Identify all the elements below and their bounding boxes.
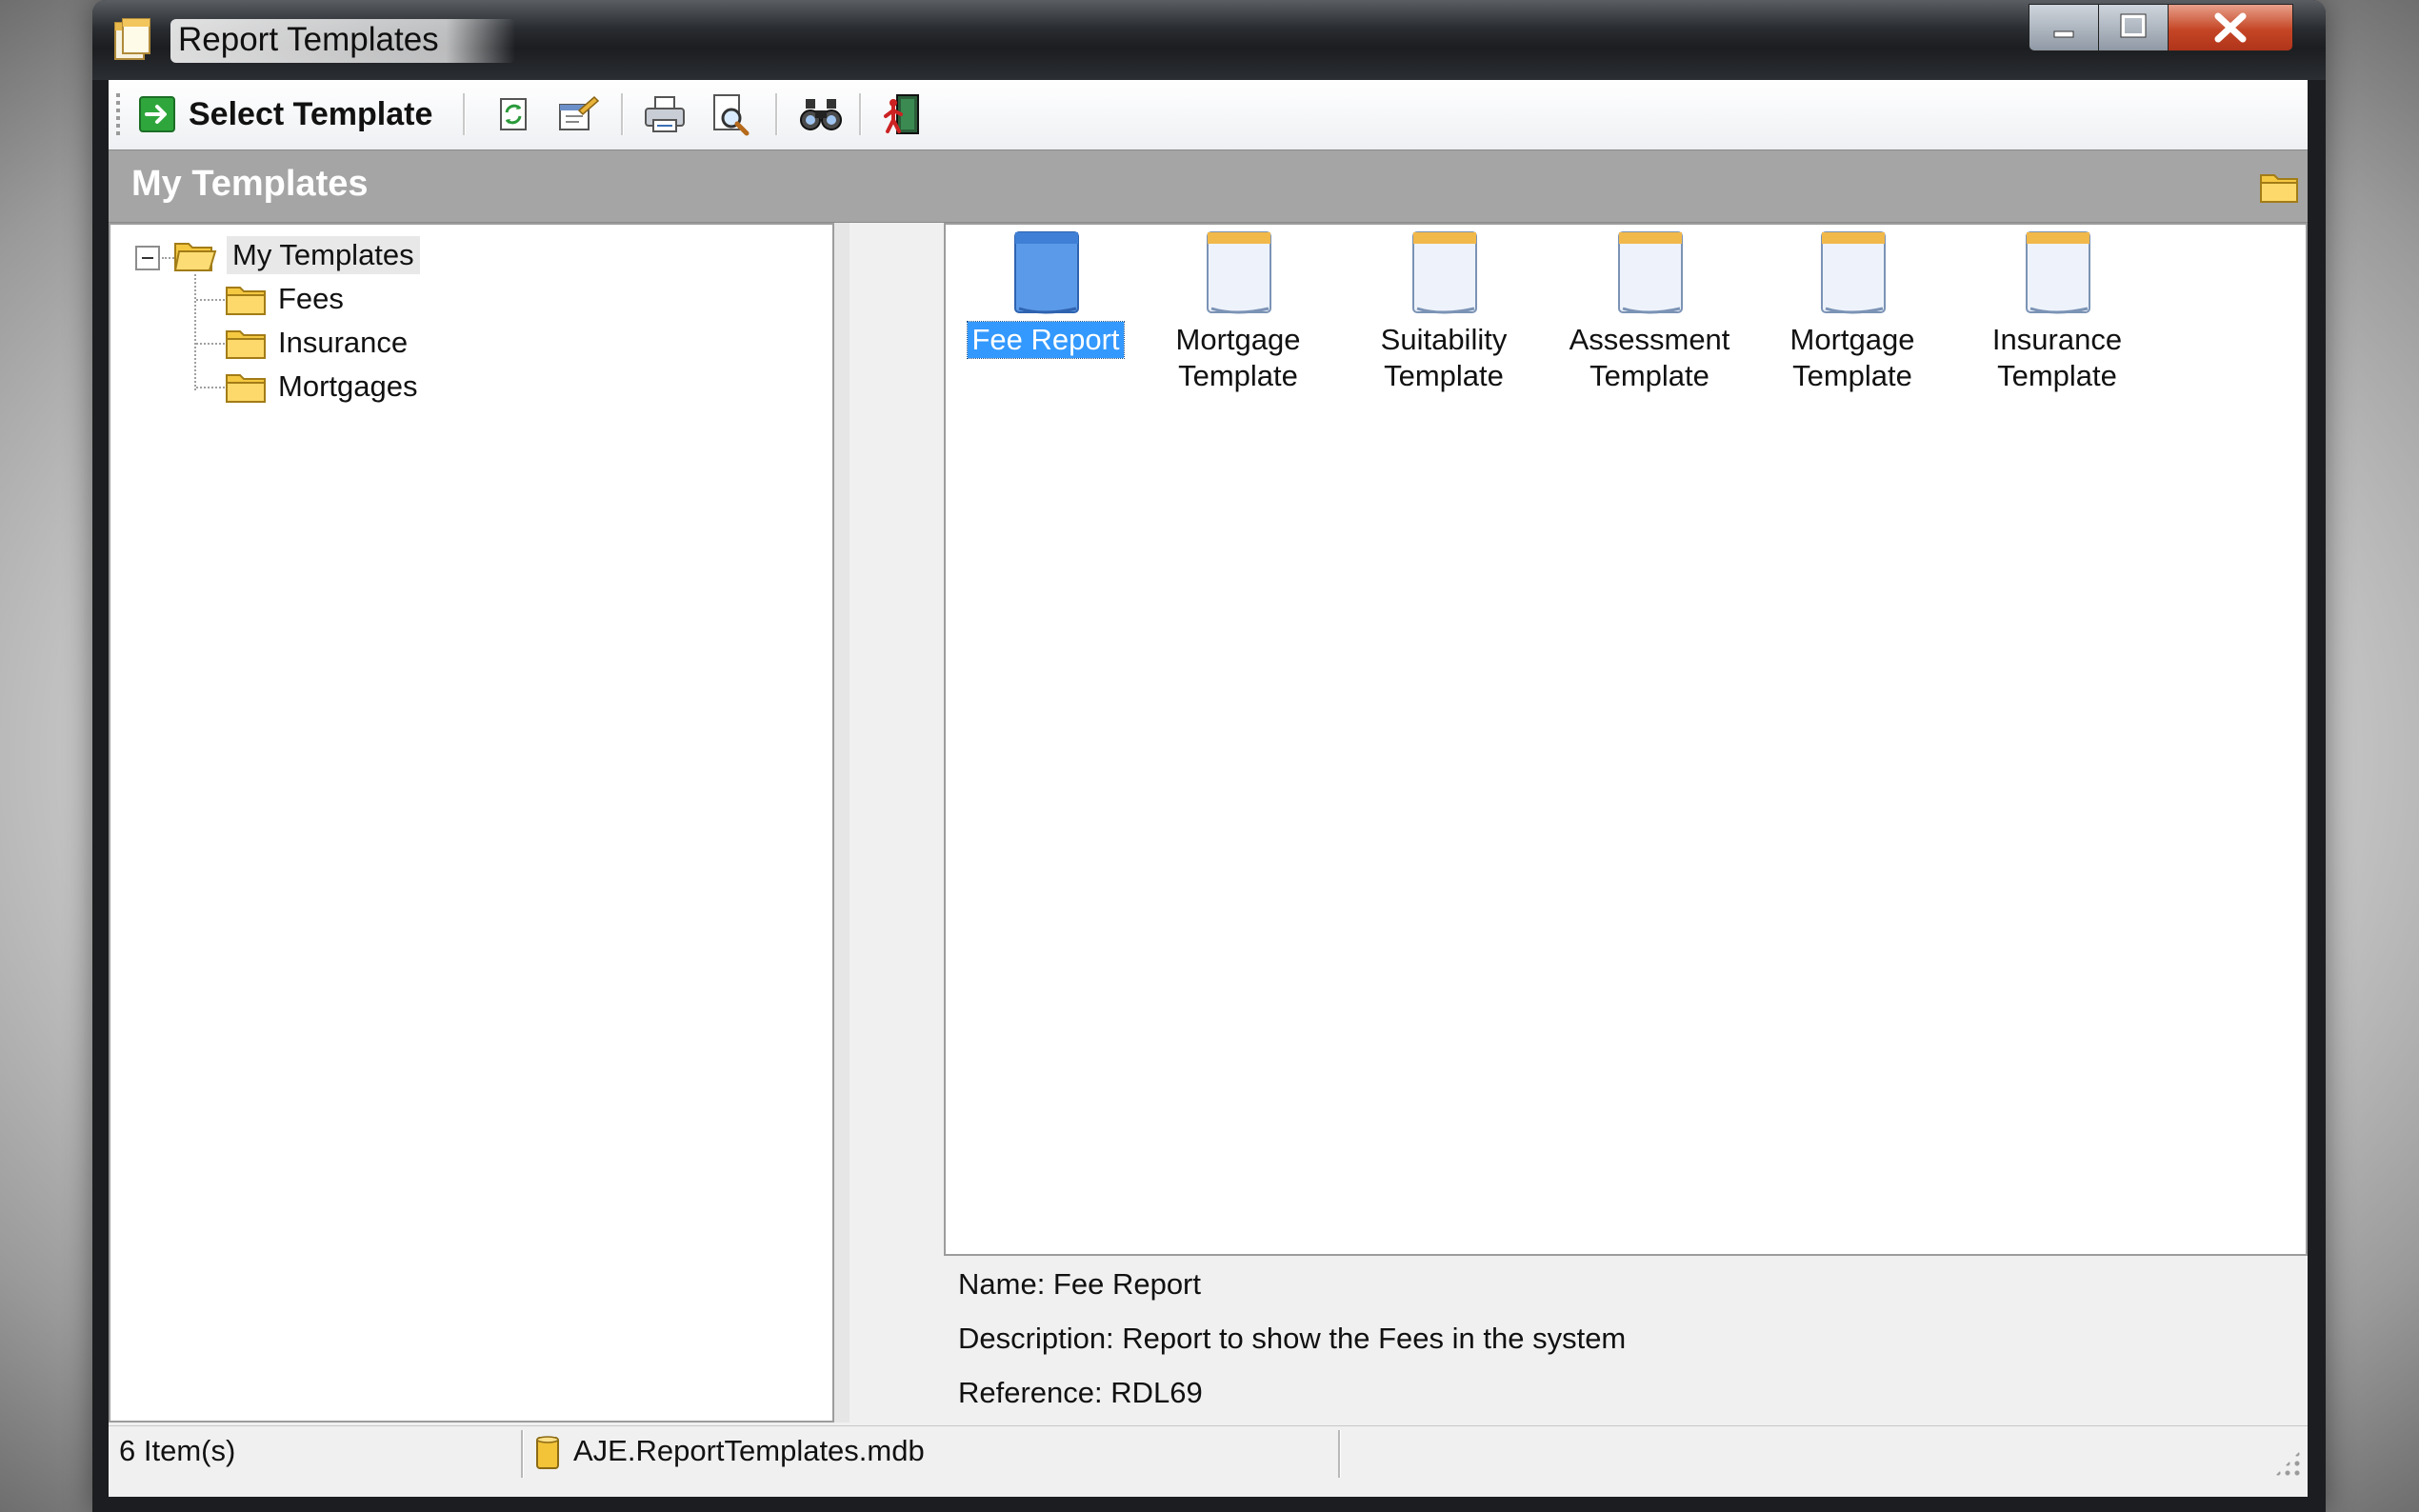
select-template-label: Select Template	[189, 95, 433, 132]
template-icon	[1412, 231, 1477, 314]
template-item-label: Suitability	[1380, 323, 1508, 356]
toolbar: Select Template	[109, 80, 2308, 150]
template-item-mortgage-2[interactable]: Mortgage Template	[1762, 227, 1943, 394]
tree-node-fees[interactable]: Fees	[225, 280, 344, 318]
toolbar-grip[interactable]	[116, 93, 120, 135]
template-item-suitability[interactable]: Suitability Template	[1353, 227, 1534, 394]
status-bar: 6 Item(s) AJE.ReportTemplates.mdb	[109, 1425, 2308, 1483]
resize-grip[interactable]	[2273, 1449, 2302, 1478]
folder-icon	[226, 330, 266, 359]
toolbar-separator	[859, 93, 862, 135]
tree-node-label: Insurance	[278, 326, 409, 359]
minimize-button[interactable]	[2029, 4, 2099, 51]
close-icon	[2214, 12, 2247, 43]
database-icon	[536, 1436, 559, 1469]
print-preview-icon	[713, 94, 750, 136]
detail-reference: Reference: RDL69	[958, 1376, 1203, 1409]
select-template-button[interactable]: Select Template	[139, 91, 432, 137]
template-item-insurance[interactable]: Insurance Template	[1967, 227, 2148, 394]
template-item-sublabel: Template	[1792, 359, 1912, 392]
print-button[interactable]	[642, 91, 688, 137]
tree-line	[194, 274, 196, 390]
template-item-label: Mortgage	[1789, 323, 1915, 356]
splitter[interactable]	[834, 223, 850, 1422]
tree-root-label: My Templates	[227, 236, 420, 274]
properties-button[interactable]	[554, 91, 600, 137]
tree-node-my-templates[interactable]: My Templates	[173, 236, 420, 274]
template-icon	[1207, 231, 1271, 314]
tree-line	[196, 343, 225, 345]
find-icon	[800, 99, 842, 130]
tree-node-mortgages[interactable]: Mortgages	[225, 368, 417, 406]
tree-node-insurance[interactable]: Insurance	[225, 324, 408, 362]
client-area: Select Template My Templates My Template…	[109, 80, 2308, 1497]
folder-icon[interactable]	[2259, 169, 2299, 204]
tree-node-label: Fees	[278, 282, 344, 315]
template-item-fee-report[interactable]: Fee Report	[955, 227, 1136, 359]
close-button[interactable]	[2168, 4, 2293, 51]
refresh-icon	[500, 98, 527, 130]
template-item-sublabel: Template	[1384, 359, 1504, 392]
template-icon	[1618, 231, 1683, 314]
section-header: My Templates	[109, 149, 2308, 223]
toolbar-separator	[775, 93, 778, 135]
detail-description: Description: Report to show the Fees in …	[958, 1322, 1627, 1355]
collapse-toggle[interactable]	[135, 246, 160, 270]
print-preview-button[interactable]	[707, 91, 752, 137]
find-button[interactable]	[798, 91, 844, 137]
details-panel: Name: Fee Report Description: Report to …	[944, 1256, 2308, 1422]
select-arrow-icon	[139, 96, 175, 132]
status-item-count: 6 Item(s)	[119, 1434, 236, 1467]
properties-icon	[559, 95, 600, 130]
exit-button[interactable]	[880, 91, 926, 137]
tree-node-label: Mortgages	[278, 369, 418, 403]
detail-name: Name: Fee Report	[958, 1267, 1201, 1301]
status-divider	[1338, 1430, 1341, 1478]
template-item-label: Mortgage	[1175, 323, 1301, 356]
minimize-icon	[2053, 30, 2074, 38]
folder-icon	[226, 374, 266, 403]
window-title: Report Templates	[170, 19, 515, 63]
template-list: Fee Report Mortgage Template Suitability	[944, 223, 2308, 1256]
folder-tree: My Templates Fees Insurance Mortgages	[109, 223, 834, 1422]
template-item-mortgage[interactable]: Mortgage Template	[1148, 227, 1329, 394]
template-item-sublabel: Template	[1997, 359, 2117, 392]
exit-icon	[884, 94, 919, 134]
maximize-button[interactable]	[2098, 4, 2169, 51]
status-divider	[521, 1430, 524, 1478]
template-icon	[2026, 231, 2090, 314]
folder-open-icon	[173, 243, 217, 271]
print-icon	[645, 96, 685, 132]
template-item-assessment[interactable]: Assessment Template	[1559, 227, 1740, 394]
template-item-label: Insurance	[1991, 323, 2123, 356]
folder-icon	[226, 287, 266, 315]
toolbar-separator	[463, 93, 466, 135]
template-item-label: Assessment	[1569, 323, 1730, 356]
title-bar[interactable]: Report Templates	[92, 0, 2326, 80]
tree-line	[196, 387, 225, 388]
report-templates-window: Report Templates Select Template My Temp…	[92, 0, 2326, 1512]
report-icon	[1014, 231, 1079, 314]
template-item-sublabel: Template	[1178, 359, 1298, 392]
status-database: AJE.ReportTemplates.mdb	[573, 1434, 925, 1467]
template-item-label: Fee Report	[967, 321, 1125, 359]
template-item-sublabel: Template	[1589, 359, 1709, 392]
app-icon	[114, 18, 150, 60]
toolbar-separator	[621, 93, 624, 135]
section-title: My Templates	[131, 164, 369, 204]
refresh-button[interactable]	[491, 91, 537, 137]
tree-line	[196, 299, 225, 301]
template-icon	[1821, 231, 1886, 314]
maximize-icon	[2120, 13, 2147, 38]
